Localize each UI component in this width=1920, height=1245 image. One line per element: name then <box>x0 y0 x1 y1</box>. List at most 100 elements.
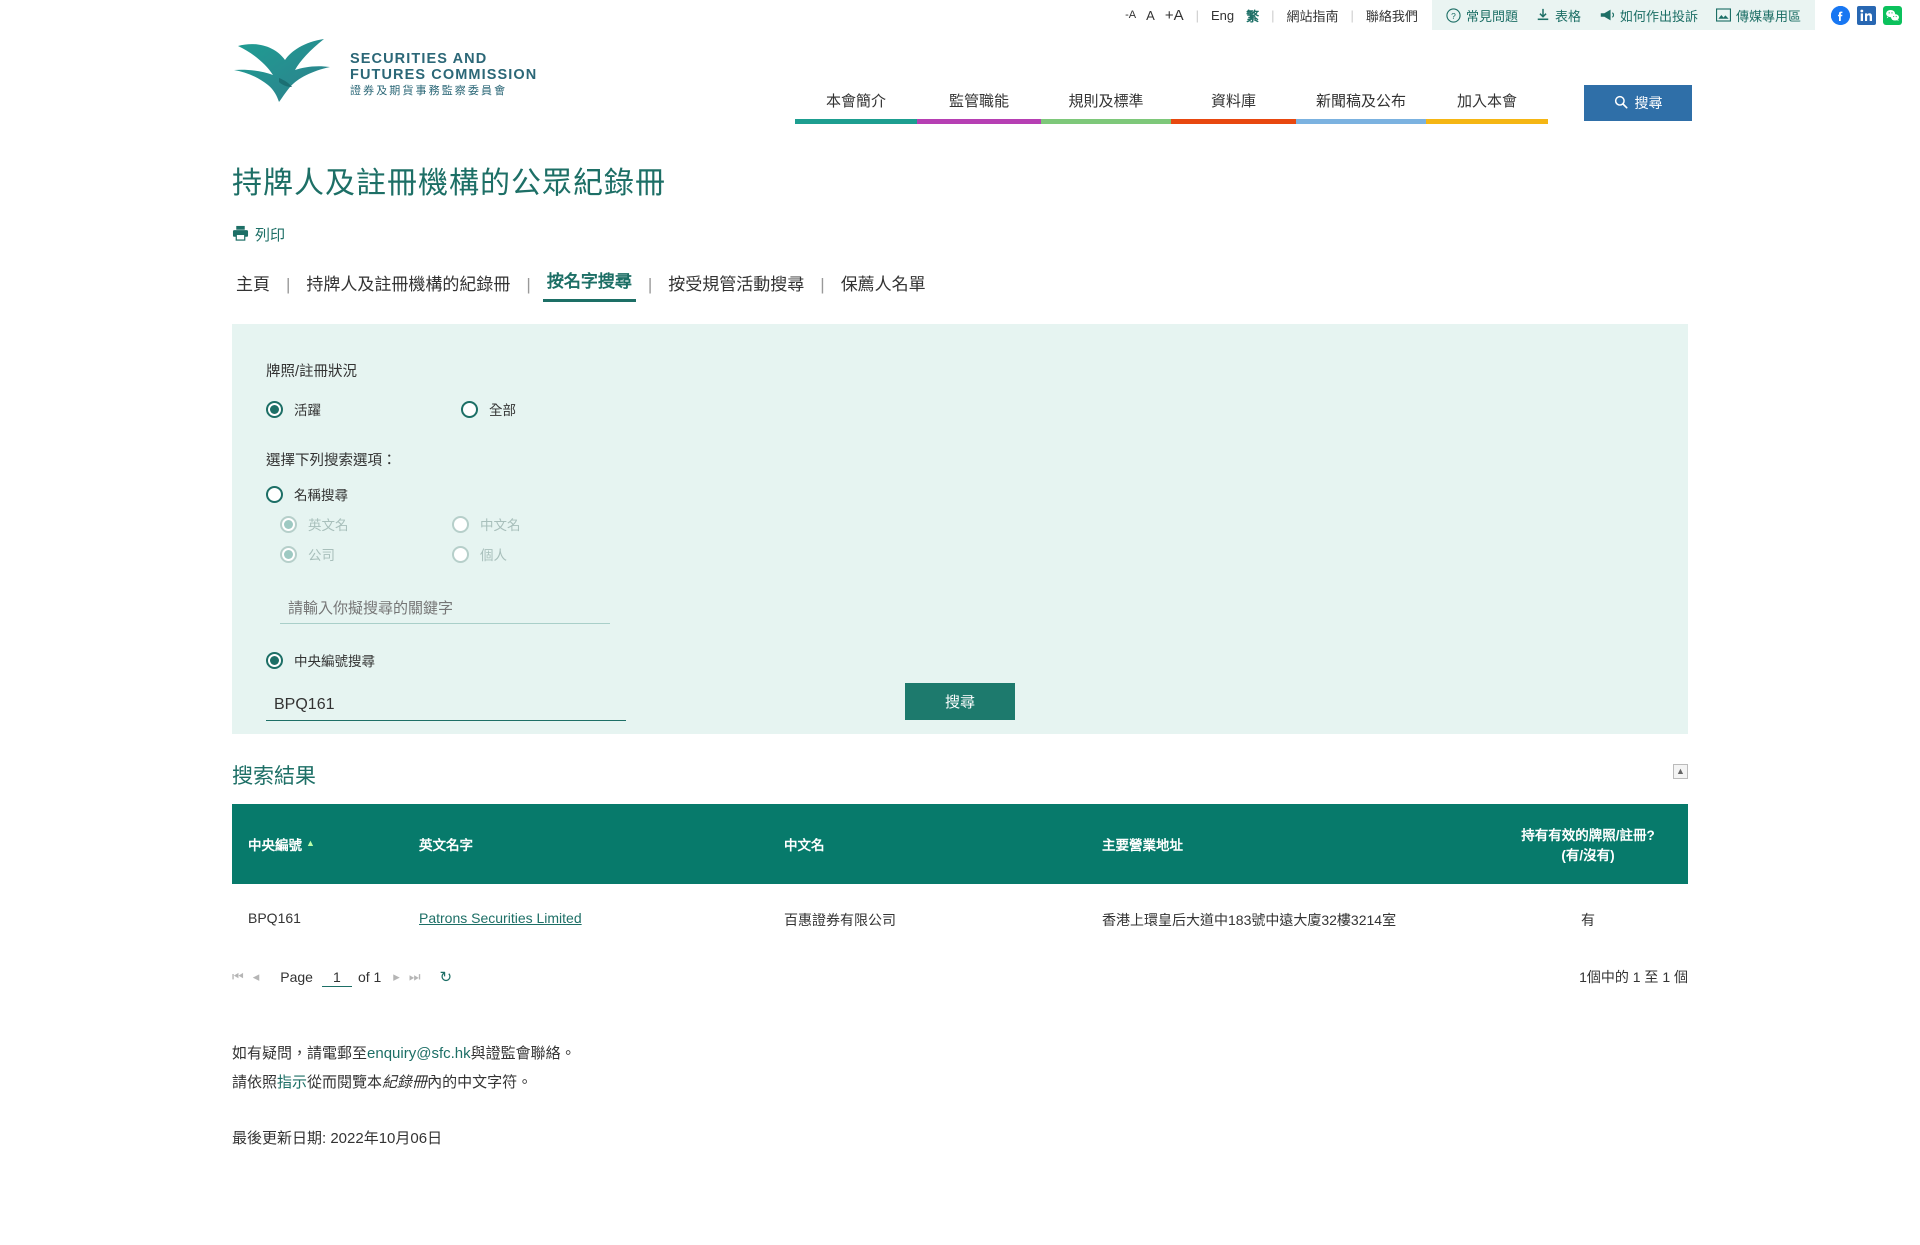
nav-item-regulatory-functions[interactable]: 監管職能 <box>917 90 1041 124</box>
previous-page-icon[interactable]: ◂ <box>253 969 260 985</box>
column-header-ce-number[interactable]: 中央編號 ▲ <box>232 804 407 884</box>
results-table-body: BPQ161 Patrons Securities Limited 百惠證券有限… <box>232 884 1688 956</box>
media-zone-label: 傳媒專用區 <box>1735 8 1801 24</box>
results-title-row: 搜索結果 ▲ <box>232 760 1688 790</box>
question-circle-icon: ? <box>1446 7 1461 23</box>
nav-item-rules-standards[interactable]: 規則及標準 <box>1041 90 1171 124</box>
footnote-instructions-post: 內的中文字符。 <box>427 1073 533 1091</box>
entity-detail-link[interactable]: Patrons Securities Limited <box>419 910 582 926</box>
pagination: ⏮ ◂ Page of 1 ▸ ⏭ ↻ 1個中的 1 至 1 個 <box>232 962 1688 992</box>
logo-wordmark: SECURITIES AND FUTURES COMMISSION 證券及期貨事… <box>350 51 537 98</box>
footnote-instructions-pre: 請依照 <box>232 1073 278 1091</box>
font-size-normal[interactable]: A <box>1146 8 1155 23</box>
collapse-icon[interactable]: ▲ <box>1673 764 1688 779</box>
quick-links-bar: ? 常見問題 表格 如何作出投訴 傳媒專用區 <box>1431 0 1815 30</box>
table-header-row: 中央編號 ▲ 英文名字 中文名 主要營業地址 持有有效的牌照/註冊? (有/沒有) <box>232 804 1688 884</box>
nav-item-label: 本會簡介 <box>825 93 886 110</box>
sfc-logo[interactable]: SECURITIES AND FUTURES COMMISSION 證券及期貨事… <box>232 34 537 114</box>
site-map-link[interactable]: 網站指南 <box>1287 6 1339 25</box>
media-zone-link[interactable]: 傳媒專用區 <box>1715 6 1801 25</box>
tab-sponsor-list[interactable]: 保薦人名單 <box>837 270 930 302</box>
last-update-date: 最後更新日期: 2022年10月06日 <box>232 1130 443 1147</box>
licence-status-label: 牌照/註冊狀況 <box>266 364 358 380</box>
nav-item-about[interactable]: 本會簡介 <box>795 90 917 124</box>
instructions-link[interactable]: 指示 <box>277 1074 307 1091</box>
faq-label: 常見問題 <box>1465 8 1518 24</box>
header-search-label: 搜尋 <box>1634 95 1663 111</box>
facebook-icon[interactable] <box>1831 5 1850 25</box>
forms-link[interactable]: 表格 <box>1536 6 1581 25</box>
nav-item-database[interactable]: 資料庫 <box>1171 90 1296 124</box>
footnotes: 如有疑問，請電郵至enquiry@sfc.hk與證監會聯絡。 請依照指示從而閱覽… <box>232 1040 1688 1097</box>
first-page-icon[interactable]: ⏮ <box>232 969 244 985</box>
linkedin-icon[interactable] <box>1857 5 1876 25</box>
search-submit-button[interactable]: 搜尋 <box>905 683 1015 720</box>
tab-search-by-regulated-activity[interactable]: 按受規管活動搜尋 <box>664 270 808 302</box>
name-language-options: 英文名 中文名 <box>280 514 1654 534</box>
radio-indicator <box>280 545 297 563</box>
nav-item-news[interactable]: 新聞稿及公布 <box>1296 90 1426 124</box>
radio-status-all[interactable]: 全部 <box>461 399 516 419</box>
radio-english-name: 英文名 <box>280 514 452 534</box>
printer-icon <box>232 225 249 245</box>
column-header-address[interactable]: 主要營業地址 <box>1090 804 1488 884</box>
result-count-label: 1個中的 1 至 1 個 <box>1579 969 1688 985</box>
cell-chinese-name: 百惠證券有限公司 <box>772 884 1090 956</box>
social-links <box>1831 5 1902 25</box>
language-english[interactable]: Eng <box>1211 8 1234 23</box>
enquiry-email-link[interactable]: enquiry@sfc.hk <box>367 1045 471 1062</box>
footnote-instructions: 請依照指示從而閱覽本紀錄冊內的中文字符。 <box>232 1069 1688 1098</box>
radio-corporation: 公司 <box>280 544 452 564</box>
nav-item-label: 新聞稿及公布 <box>1315 93 1406 110</box>
nav-underline <box>1296 119 1426 124</box>
tab-search-by-name[interactable]: 按名字搜尋 <box>542 267 636 302</box>
next-page-icon[interactable]: ▸ <box>393 969 400 985</box>
page-label: Page <box>280 969 313 985</box>
logo-line-2: FUTURES COMMISSION <box>350 66 538 83</box>
faq-link[interactable]: ? 常見問題 <box>1446 6 1518 25</box>
last-page-icon[interactable]: ⏭ <box>409 969 421 985</box>
radio-status-active[interactable]: 活躍 <box>266 399 461 419</box>
results-title: 搜索結果 <box>232 765 316 788</box>
page-total-label: of 1 <box>357 969 382 985</box>
table-row: BPQ161 Patrons Securities Limited 百惠證券有限… <box>232 884 1688 956</box>
search-option-label: 選擇下列搜索選項： <box>266 453 397 469</box>
footnote-enquiry-post: 與證監會聯絡。 <box>470 1045 576 1062</box>
how-to-complain-link[interactable]: 如何作出投訴 <box>1599 6 1698 25</box>
tab-home[interactable]: 主頁 <box>232 270 274 302</box>
column-header-line-1: 持有有效的牌照/註冊? <box>1521 828 1655 843</box>
column-header-chinese-name[interactable]: 中文名 <box>772 804 1090 884</box>
font-size-increase[interactable]: +A <box>1165 7 1184 24</box>
header-search-button[interactable]: 搜尋 <box>1584 85 1692 121</box>
cell-ce-number: BPQ161 <box>232 884 407 956</box>
keyword-input[interactable] <box>280 596 610 624</box>
font-size-decrease[interactable]: -A <box>1125 9 1136 21</box>
print-button[interactable]: 列印 <box>232 224 285 245</box>
refresh-icon[interactable]: ↻ <box>440 968 453 986</box>
main-content: 持牌人及註冊機構的公眾紀錄冊 列印 主頁 | 持牌人及註冊機構的紀錄冊 | 按名… <box>0 158 1920 1148</box>
footnote-instructions-mid: 從而閱覽本 <box>307 1073 383 1091</box>
radio-ce-number-search[interactable]: 中央編號搜尋 <box>266 650 1654 670</box>
logo-line-1: SECURITIES AND <box>350 50 488 67</box>
ce-number-input[interactable] <box>266 692 626 721</box>
tab-register[interactable]: 持牌人及註冊機構的紀錄冊 <box>302 270 514 302</box>
radio-indicator <box>461 400 478 418</box>
column-header-valid-licence[interactable]: 持有有效的牌照/註冊? (有/沒有) <box>1488 804 1688 884</box>
column-header-english-name[interactable]: 英文名字 <box>407 804 772 884</box>
download-icon <box>1536 8 1550 22</box>
radio-corporation-label: 公司 <box>308 548 335 563</box>
wechat-icon[interactable] <box>1883 5 1902 25</box>
nav-item-careers[interactable]: 加入本會 <box>1426 90 1548 124</box>
column-header-label: 中央編號 <box>248 838 302 853</box>
radio-individual: 個人 <box>452 544 507 564</box>
tab-divider: | <box>820 275 825 294</box>
divider: | <box>1350 7 1354 23</box>
contact-us-link[interactable]: 聯絡我們 <box>1366 6 1418 25</box>
page-number-input[interactable] <box>321 967 352 987</box>
radio-indicator <box>280 515 297 533</box>
footnote-enquiry-pre: 如有疑問，請電郵至 <box>232 1045 368 1062</box>
radio-name-search[interactable]: 名稱搜尋 <box>266 484 1654 504</box>
language-chinese[interactable]: 繁 <box>1246 6 1259 25</box>
sort-ascending-icon: ▲ <box>306 838 315 848</box>
radio-status-all-label: 全部 <box>489 403 516 418</box>
